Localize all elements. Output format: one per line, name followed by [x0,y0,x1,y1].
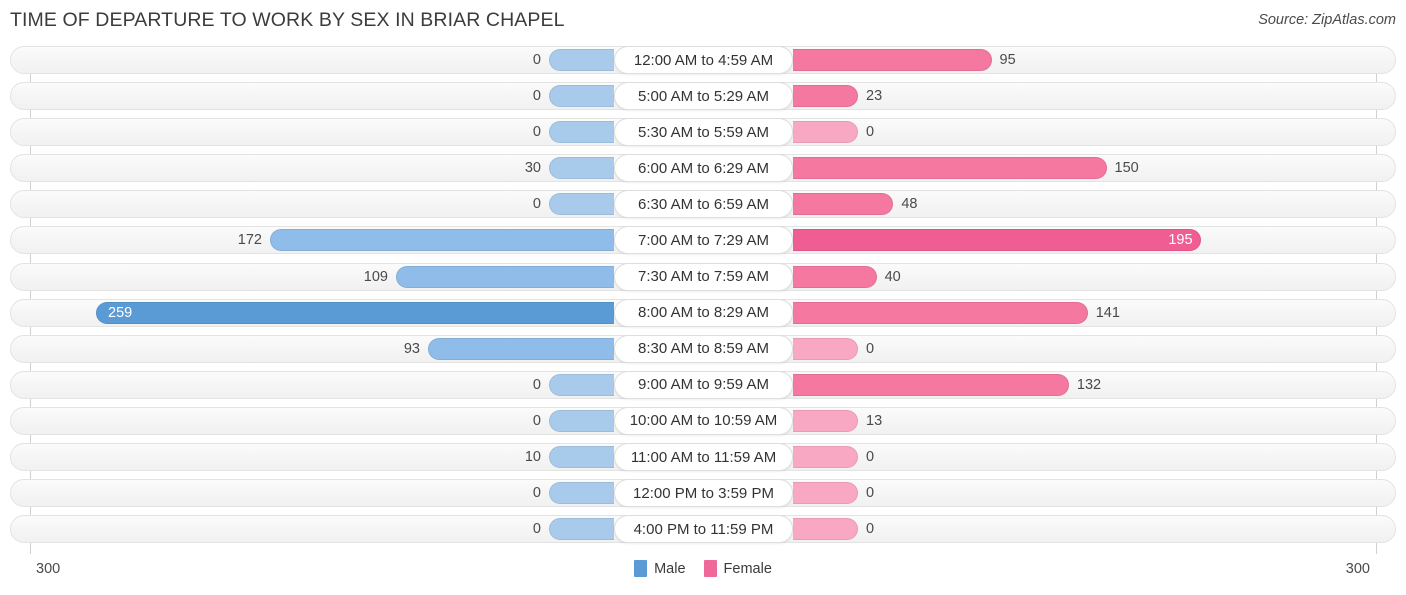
chart-legend: Male Female [0,560,1406,577]
bar-female[interactable] [793,49,992,71]
bar-male[interactable] [549,482,614,505]
bar-female[interactable] [793,409,858,432]
bar-male[interactable] [549,121,614,144]
category-label: 7:00 AM to 7:29 AM [614,226,793,255]
category-label: 12:00 AM to 4:59 AM [614,46,793,74]
table-row: 0 95 12:00 AM to 4:59 AM [0,42,1406,78]
category-label: 5:00 AM to 5:29 AM [614,82,793,111]
value-label-female: 0 [866,521,875,538]
bar-male[interactable] [396,265,614,288]
value-label-female: 95 [999,52,1016,68]
chart-header: TIME OF DEPARTURE TO WORK BY SEX IN BRIA… [0,0,1406,42]
table-row: 172 195 7:00 AM to 7:29 AM [0,222,1406,258]
value-label-male: 0 [532,124,541,141]
bar-female[interactable] [793,229,1201,252]
value-label-male: 0 [532,196,541,213]
bar-male[interactable] [549,518,614,541]
bar-female[interactable] [793,337,858,360]
legend-label: Male [654,560,686,577]
legend-swatch-icon [703,560,717,577]
bar-female[interactable] [793,301,1088,324]
table-row: 0 0 5:30 AM to 5:59 AM [0,114,1406,150]
value-label-female: 40 [884,268,901,285]
bar-male[interactable] [549,85,614,108]
value-label-female: 150 [1114,160,1139,177]
bar-female[interactable] [793,157,1107,180]
page-title: TIME OF DEPARTURE TO WORK BY SEX IN BRIA… [10,9,565,31]
value-label-female: 0 [866,124,875,141]
category-label: 11:00 AM to 11:59 AM [614,443,793,472]
value-label-male: 10 [524,449,541,466]
value-label-male: 93 [403,340,420,357]
chart-footer: 300 300 Male Female [0,554,1406,595]
legend-label: Female [723,560,772,577]
category-label: 12:00 PM to 3:59 PM [614,479,793,508]
bar-male[interactable] [96,301,614,324]
category-label: 6:00 AM to 6:29 AM [614,154,793,183]
bar-female[interactable] [793,265,877,288]
category-label: 10:00 AM to 10:59 AM [614,406,793,435]
legend-item-female[interactable]: Female [703,560,772,577]
category-label: 8:30 AM to 8:59 AM [614,334,793,363]
legend-swatch-icon [634,560,648,577]
category-label: 9:00 AM to 9:59 AM [614,370,793,399]
value-label-female: 195 [1168,232,1193,249]
value-label-female: 0 [866,340,875,357]
category-label: 8:00 AM to 8:29 AM [614,298,793,327]
table-row: 0 132 9:00 AM to 9:59 AM [0,367,1406,403]
value-label-female: 23 [866,88,883,105]
bar-female[interactable] [793,446,858,469]
value-label-male: 0 [532,485,541,502]
table-row: 0 23 5:00 AM to 5:29 AM [0,78,1406,114]
value-label-male: 0 [532,88,541,105]
source-attribution: Source: ZipAtlas.com [1258,12,1396,28]
category-label: 5:30 AM to 5:59 AM [614,118,793,147]
bar-male[interactable] [549,157,614,180]
bar-male[interactable] [549,193,614,216]
table-row: 0 13 10:00 AM to 10:59 AM [0,403,1406,439]
bar-male[interactable] [270,229,614,252]
value-label-male: 0 [532,376,541,393]
table-row: 93 0 8:30 AM to 8:59 AM [0,331,1406,367]
bar-male[interactable] [549,373,614,396]
value-label-male: 30 [524,160,541,177]
bar-female[interactable] [793,85,858,108]
table-row: 30 150 6:00 AM to 6:29 AM [0,150,1406,186]
value-label-female: 132 [1076,376,1102,393]
value-label-female: 0 [866,485,875,502]
value-label-male: 0 [532,52,541,68]
bar-male[interactable] [428,337,614,360]
bar-female[interactable] [793,193,894,216]
bar-female[interactable] [793,518,858,541]
table-row: 0 48 6:30 AM to 6:59 AM [0,186,1406,222]
value-label-male: 0 [532,521,541,538]
value-label-male: 172 [237,232,262,249]
bar-male[interactable] [549,409,614,432]
table-row: 0 0 12:00 PM to 3:59 PM [0,475,1406,511]
bar-female[interactable] [793,373,1069,396]
value-label-female: 0 [866,449,875,466]
value-label-male: 109 [363,268,388,285]
category-label: 4:00 PM to 11:59 PM [614,515,793,544]
table-row: 109 40 7:30 AM to 7:59 AM [0,259,1406,295]
value-label-female: 48 [901,196,918,213]
bar-male[interactable] [549,446,614,469]
value-label-male: 259 [108,304,133,321]
table-row: 10 0 11:00 AM to 11:59 AM [0,439,1406,475]
bar-male[interactable] [549,49,614,71]
table-row: 259 141 8:00 AM to 8:29 AM [0,295,1406,331]
chart-rows: 0 95 12:00 AM to 4:59 AM 0 23 5:00 AM to 5:29… [0,42,1406,547]
value-label-male: 0 [532,412,541,429]
table-row: 0 0 4:00 PM to 11:59 PM [0,511,1406,547]
category-label: 6:30 AM to 6:59 AM [614,190,793,219]
bar-female[interactable] [793,121,858,144]
category-label: 7:30 AM to 7:59 AM [614,262,793,291]
bar-female[interactable] [793,482,858,505]
legend-item-male[interactable]: Male [634,560,686,577]
value-label-female: 141 [1095,304,1120,321]
chart-plot-area: 0 95 12:00 AM to 4:59 AM 0 23 5:00 AM to 5:29… [0,42,1406,554]
value-label-female: 13 [866,412,883,429]
